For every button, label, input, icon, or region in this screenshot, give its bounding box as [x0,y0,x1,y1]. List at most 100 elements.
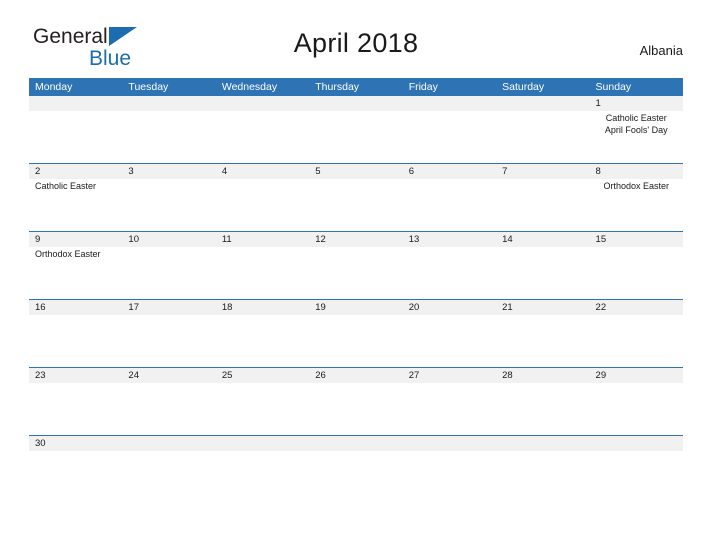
day-events-26 [309,383,402,435]
day-number-6[interactable]: 6 [403,164,496,179]
day-cell-empty [309,96,402,111]
day-events-11 [216,247,309,299]
day-events-4 [216,179,309,231]
day-cell-empty [590,436,683,451]
day-number-16[interactable]: 16 [29,300,122,315]
calendar-week-row: 30 [29,435,683,451]
day-content-row [29,315,683,367]
calendar-week-row: 1 Catholic Easter April Fools' Day [29,96,683,163]
day-events-28 [496,383,589,435]
day-events-14 [496,247,589,299]
day-events-20 [403,315,496,367]
day-number-2[interactable]: 2 [29,164,122,179]
day-number-row: 9 10 11 12 13 14 15 [29,232,683,247]
day-number-7[interactable]: 7 [496,164,589,179]
page-title: April 2018 [293,28,419,58]
day-events-8: Orthodox Easter [590,179,683,231]
day-number-8[interactable]: 8 [590,164,683,179]
day-number-17[interactable]: 17 [122,300,215,315]
day-cell-empty [496,96,589,111]
day-number-row: 1 [29,96,683,111]
day-cell-empty [403,96,496,111]
weekday-header-sunday: Sunday [595,81,632,93]
calendar-page: General Blue April 2018 Albania Monday Tu… [0,0,712,550]
weekday-header-monday: Monday [35,81,73,93]
day-number-14[interactable]: 14 [496,232,589,247]
event-label: Catholic Easter [35,181,97,191]
day-number-5[interactable]: 5 [309,164,402,179]
day-events-empty [403,111,496,163]
weekday-header-thursday: Thursday [315,81,360,93]
calendar-week-row: 16 17 18 19 20 21 22 [29,299,683,367]
day-number-26[interactable]: 26 [309,368,402,383]
day-number-25[interactable]: 25 [216,368,309,383]
day-content-row: Catholic Easter April Fools' Day [29,111,683,163]
day-events-6 [403,179,496,231]
day-number-22[interactable]: 22 [590,300,683,315]
day-events-16 [29,315,122,367]
calendar-week-row: 2 3 4 5 6 7 8 Catholic Easter Orthodox Easter [29,163,683,231]
day-events-29 [590,383,683,435]
day-events-2: Catholic Easter [29,179,122,231]
day-events-5 [309,179,402,231]
country-label: Albania [639,43,683,58]
day-events-21 [496,315,589,367]
day-events-empty [29,111,122,163]
event-label: Orthodox Easter [603,181,669,191]
day-events-9: Orthodox Easter [29,247,122,299]
day-number-24[interactable]: 24 [122,368,215,383]
day-number-30[interactable]: 30 [29,436,122,451]
weekday-header-tuesday: Tuesday [128,81,169,93]
day-events-17 [122,315,215,367]
day-cell-empty [122,436,215,451]
day-number-row: 16 17 18 19 20 21 22 [29,300,683,315]
day-number-13[interactable]: 13 [403,232,496,247]
day-cell-empty [122,96,215,111]
day-events-27 [403,383,496,435]
day-cell-empty [309,436,402,451]
day-number-27[interactable]: 27 [403,368,496,383]
day-number-19[interactable]: 19 [309,300,402,315]
day-events-empty [216,111,309,163]
day-events-19 [309,315,402,367]
day-number-12[interactable]: 12 [309,232,402,247]
day-number-29[interactable]: 29 [590,368,683,383]
day-events-3 [122,179,215,231]
calendar-grid: Monday Tuesday Wednesday Thursday Friday Satu… [29,78,683,451]
event-label: April Fools' Day [604,124,668,135]
day-number-20[interactable]: 20 [403,300,496,315]
day-content-row [29,383,683,435]
day-number-row: 23 24 25 26 27 28 29 [29,368,683,383]
day-number-10[interactable]: 10 [122,232,215,247]
day-number-28[interactable]: 28 [496,368,589,383]
calendar-week-row: 23 24 25 26 27 28 29 [29,367,683,435]
day-events-12 [309,247,402,299]
day-number-9[interactable]: 9 [29,232,122,247]
day-number-row: 2345678 [29,164,683,179]
day-events-24 [122,383,215,435]
day-number-1[interactable]: 1 [590,96,683,111]
day-events-empty [496,111,589,163]
weekday-header-saturday: Saturday [502,81,545,93]
day-number-23[interactable]: 23 [29,368,122,383]
day-events-22 [590,315,683,367]
day-content-row: Catholic Easter Orthodox Easter [29,179,683,231]
day-events-7 [496,179,589,231]
day-number-15[interactable]: 15 [590,232,683,247]
day-cell-empty [403,436,496,451]
day-events-empty [309,111,402,163]
day-events-25 [216,383,309,435]
day-number-3[interactable]: 3 [122,164,215,179]
day-cell-empty [216,96,309,111]
day-events-18 [216,315,309,367]
weekday-header-friday: Friday [408,81,438,93]
day-number-18[interactable]: 18 [216,300,309,315]
day-number-4[interactable]: 4 [216,164,309,179]
day-number-21[interactable]: 21 [496,300,589,315]
day-number-11[interactable]: 11 [216,232,309,247]
day-cell-empty [496,436,589,451]
weekday-header-wednesday: Wednesday [221,81,278,93]
day-events-10 [122,247,215,299]
event-label: Catholic Easter [605,113,667,123]
day-number-row: 30 [29,436,683,451]
